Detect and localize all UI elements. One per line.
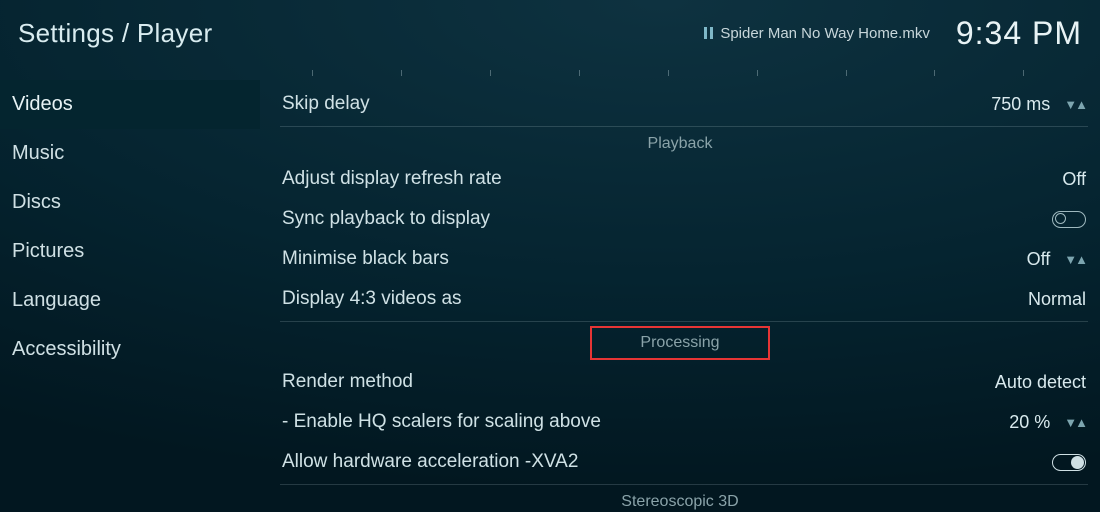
clock: 9:34 PM bbox=[956, 15, 1082, 52]
header: Settings / Player Spider Man No Way Home… bbox=[0, 0, 1100, 66]
spinner-icon[interactable]: ▼▲ bbox=[1064, 252, 1086, 267]
row-hq-scalers[interactable]: - Enable HQ scalers for scaling above 20… bbox=[260, 402, 1100, 442]
toggle-sync-playback[interactable] bbox=[1052, 211, 1086, 228]
sidebar-item-accessibility[interactable]: Accessibility bbox=[0, 325, 260, 374]
row-skip-delay[interactable]: Skip delay 750 ms ▼▲ bbox=[260, 84, 1100, 124]
sidebar-item-language[interactable]: Language bbox=[0, 276, 260, 325]
setting-label: - Enable HQ scalers for scaling above bbox=[282, 411, 1009, 433]
setting-value: Off bbox=[1027, 249, 1051, 270]
sidebar-item-music[interactable]: Music bbox=[0, 129, 260, 178]
setting-label: Adjust display refresh rate bbox=[282, 168, 1062, 190]
sidebar-item-videos[interactable]: Videos bbox=[0, 80, 260, 129]
setting-value: 750 ms bbox=[991, 94, 1050, 115]
row-hw-accel[interactable]: Allow hardware acceleration -XVA2 bbox=[260, 442, 1100, 482]
row-minimise-black-bars[interactable]: Minimise black bars Off ▼▲ bbox=[260, 239, 1100, 279]
settings-content: Skip delay 750 ms ▼▲ Playback Adjust dis… bbox=[260, 66, 1100, 512]
setting-label: Skip delay bbox=[282, 93, 991, 115]
sidebar-item-label: Language bbox=[12, 289, 101, 311]
sidebar-item-label: Music bbox=[12, 142, 64, 164]
ruler-ticks bbox=[280, 70, 1088, 84]
setting-value: Off bbox=[1062, 169, 1086, 190]
spinner-icon[interactable]: ▼▲ bbox=[1064, 415, 1086, 430]
spinner-icon[interactable]: ▼▲ bbox=[1064, 97, 1086, 112]
sidebar-item-label: Pictures bbox=[12, 240, 84, 262]
sidebar-item-pictures[interactable]: Pictures bbox=[0, 227, 260, 276]
row-display-43[interactable]: Display 4:3 videos as Normal bbox=[260, 279, 1100, 319]
setting-value: 20 % bbox=[1009, 412, 1050, 433]
now-playing[interactable]: Spider Man No Way Home.mkv bbox=[704, 25, 930, 42]
row-adjust-refresh[interactable]: Adjust display refresh rate Off bbox=[260, 159, 1100, 199]
row-sync-playback[interactable]: Sync playback to display bbox=[260, 199, 1100, 239]
sidebar-item-label: Discs bbox=[12, 191, 61, 213]
setting-label: Display 4:3 videos as bbox=[282, 288, 1028, 310]
pause-icon bbox=[704, 27, 714, 39]
sidebar-item-discs[interactable]: Discs bbox=[0, 178, 260, 227]
setting-value: Normal bbox=[1028, 289, 1086, 310]
setting-label: Render method bbox=[282, 371, 995, 393]
sidebar-item-label: Accessibility bbox=[12, 338, 121, 360]
section-title-processing: Processing bbox=[590, 326, 769, 360]
section-title-playback: Playback bbox=[260, 127, 1100, 159]
sidebar-item-label: Videos bbox=[12, 93, 73, 115]
sidebar: Videos Music Discs Pictures Language Acc… bbox=[0, 66, 260, 512]
setting-value: Auto detect bbox=[995, 372, 1086, 393]
section-title-stereo: Stereoscopic 3D bbox=[260, 485, 1100, 512]
now-playing-title: Spider Man No Way Home.mkv bbox=[720, 25, 930, 42]
toggle-hw-accel[interactable] bbox=[1052, 454, 1086, 471]
setting-label: Minimise black bars bbox=[282, 248, 1027, 270]
setting-label: Sync playback to display bbox=[282, 208, 1052, 230]
row-render-method[interactable]: Render method Auto detect bbox=[260, 362, 1100, 402]
breadcrumb: Settings / Player bbox=[18, 18, 212, 49]
setting-label: Allow hardware acceleration -XVA2 bbox=[282, 451, 1052, 473]
